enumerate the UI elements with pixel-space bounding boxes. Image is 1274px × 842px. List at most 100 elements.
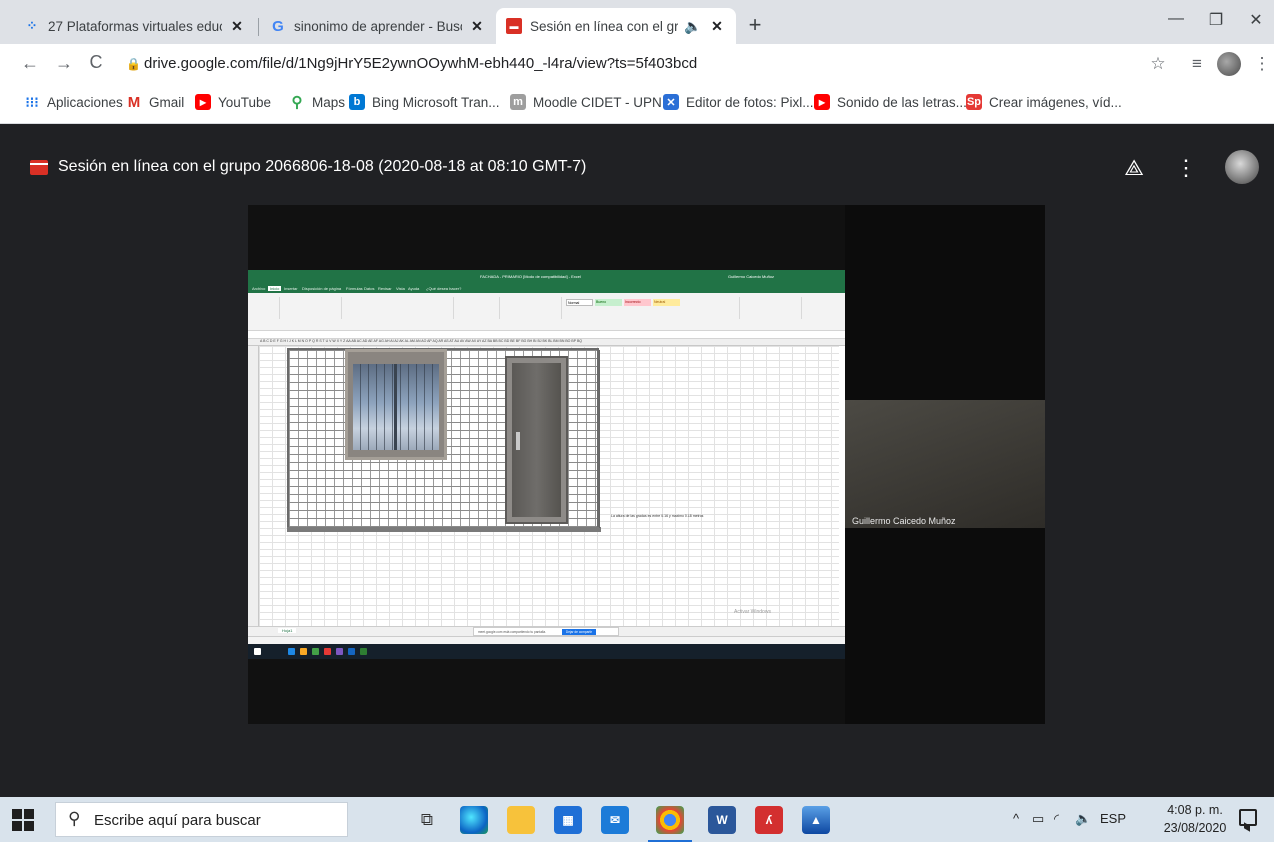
forward-arrow-icon[interactable]: → [52,53,76,74]
bookmark-crear-imagenes[interactable]: Sp Crear imágenes, víd... [966,94,1122,110]
notification-icon[interactable] [1239,809,1257,826]
ribbon-group [250,297,280,319]
search-icon: ⚲ [68,809,81,828]
excel-formula-bar [248,331,845,339]
browser-tab-strip: ⁘ 27 Plataformas virtuales educativ ✕ G … [0,0,1274,44]
excel-ribbon-tabs: Archivo Inicio Insertar Disposición de p… [248,284,845,293]
bookmark-moodle[interactable]: m Moodle CIDET - UPN [510,94,662,110]
reload-icon[interactable]: C [84,52,108,73]
gmail-icon: M [127,93,141,111]
excel-title-bar: FACHADA - PRIMARIO [Modo de compatibilid… [248,270,845,284]
moodle-icon: m [510,94,526,110]
youtube-icon: ▶ [195,94,211,110]
ribbon-group [282,297,342,319]
bookmarks-bar: ⁝⁝⁝ Aplicaciones M Gmail ▶ YouTube ⚲ Map… [0,84,1274,124]
viewer-title: Sesión en línea con el grupo 2066806-18-… [58,158,587,175]
activate-windows-watermark: Activar Windows [734,609,771,615]
address-bar[interactable]: drive.google.com/file/d/1Ng9jHrY5E2ywnOO… [144,55,697,72]
loading-spinner-icon: ⁘ [26,18,38,33]
close-tab-icon[interactable]: ✕ [228,18,246,35]
tab-sinonimo[interactable]: G sinonimo de aprender - Buscar c ✕ [260,8,496,44]
ribbon-group [344,297,454,319]
windows-taskbar: ⚲ Escribe aquí para buscar ⧉ ▦ ✉ W ʎ ▲ ^… [0,797,1274,842]
bookmark-bing[interactable]: b Bing Microsoft Tran... [349,94,500,110]
participant-video [845,400,1045,528]
remote-windows-taskbar [248,644,845,659]
edge-browser-icon[interactable] [460,806,488,834]
close-window-icon[interactable]: ✕ [1236,10,1274,30]
window-glass [353,364,439,450]
language-indicator[interactable]: ESP [1100,811,1126,826]
ribbon-group [688,297,740,319]
profile-avatar[interactable] [1217,52,1241,76]
video-player[interactable]: FACHADA - PRIMARIO [Modo de compatibilid… [248,205,1045,724]
bookmark-sonido[interactable]: ▶ Sonido de las letras... [814,94,967,110]
volume-icon[interactable]: 🔈 [1075,811,1091,827]
video-file-icon [30,160,48,175]
ribbon-group [456,297,500,319]
restore-icon[interactable]: ❐ [1196,10,1236,30]
tray-chevron-icon[interactable]: ^ [1013,811,1019,826]
youtube-icon: ▶ [814,94,830,110]
windows-start-icon[interactable] [12,809,34,831]
participant-name: Guillermo Caicedo Muñoz [852,516,956,526]
tab-separator [258,18,259,36]
excel-status-bar [248,636,845,644]
excel-column-headers: A B C D E F G H I J K L M N O P Q R S T … [248,339,845,346]
task-view-icon[interactable]: ⧉ [413,806,441,834]
ribbon-group [742,297,802,319]
word-icon[interactable]: W [708,806,736,834]
tab-plataformas[interactable]: ⁘ 27 Plataformas virtuales educativ ✕ [14,8,256,44]
reading-list-icon[interactable]: ≡ [1186,54,1208,74]
back-arrow-icon[interactable]: ← [18,53,42,74]
maps-pin-icon: ⚲ [291,94,303,111]
tab-sesion[interactable]: ▬ Sesión en línea con el grupo 🔈 ✕ [496,8,736,44]
bookmark-aplicaciones[interactable]: ⁝⁝⁝ Aplicaciones [24,93,122,110]
bookmark-gmail[interactable]: M Gmail [126,93,185,111]
taskbar-search[interactable]: ⚲ Escribe aquí para buscar [55,802,348,837]
battery-icon[interactable]: ▭ [1032,811,1044,827]
pixlr-icon: ✕ [663,94,679,110]
bookmark-youtube[interactable]: ▶ YouTube [195,94,271,110]
photos-icon[interactable]: ▲ [802,806,830,834]
minimize-icon[interactable]: — [1156,10,1196,28]
close-tab-icon[interactable]: ✕ [708,18,726,35]
chrome-icon[interactable] [648,806,692,842]
browser-toolbar: ← → C 🔒 drive.google.com/file/d/1Ng9jHrY… [0,44,1274,84]
excel-row-headers [248,346,259,626]
apps-grid-icon: ⁝⁝⁝ [25,93,39,110]
lock-icon[interactable]: 🔒 [126,57,141,71]
excel-window: FACHADA - PRIMARIO [Modo de compatibilid… [248,270,845,659]
mail-icon[interactable]: ✉ [601,806,629,834]
excel-ribbon: Normal Bueno Incorrecto Neutral [248,293,845,331]
window-image [345,349,447,460]
taskbar-clock[interactable]: 4:08 p. m. 23/08/2020 [1160,801,1230,837]
shared-screen: FACHADA - PRIMARIO [Modo de compatibilid… [248,205,845,724]
bookmark-maps[interactable]: ⚲ Maps [289,94,346,111]
spark-icon: Sp [966,94,982,110]
wifi-icon[interactable]: ◜ [1054,811,1059,827]
new-tab-button[interactable]: + [742,14,768,36]
screen-share-banner: meet.google.com está compartiendo tu pan… [473,627,619,636]
file-explorer-icon[interactable] [507,806,535,834]
drive-video-viewer: Sesión en línea con el grupo 2066806-18-… [0,125,1274,797]
dimension-line [599,350,600,528]
more-options-icon[interactable]: ⋮ [1172,155,1200,181]
excel-note: La altura de las gradas es entre 0.16 y … [611,514,704,518]
add-to-drive-icon[interactable]: ⟁ [1120,155,1148,181]
facade-base [287,527,601,532]
audio-playing-icon[interactable]: 🔈 [684,18,702,35]
bookmark-star-icon[interactable]: ☆ [1147,54,1169,74]
google-g-icon: G [272,17,284,35]
microsoft-store-icon[interactable]: ▦ [554,806,582,834]
user-avatar[interactable] [1225,150,1259,184]
menu-kebab-icon[interactable]: ⋮ [1251,54,1273,74]
acrobat-icon[interactable]: ʎ [755,806,783,834]
door-image [505,356,568,524]
video-clapper-icon: ▬ [506,18,522,34]
bing-icon: b [349,94,365,110]
bookmark-pixlr[interactable]: ✕ Editor de fotos: Pixl... [663,94,814,110]
ribbon-group [502,297,562,319]
door-handle [516,432,520,450]
close-tab-icon[interactable]: ✕ [468,18,486,35]
